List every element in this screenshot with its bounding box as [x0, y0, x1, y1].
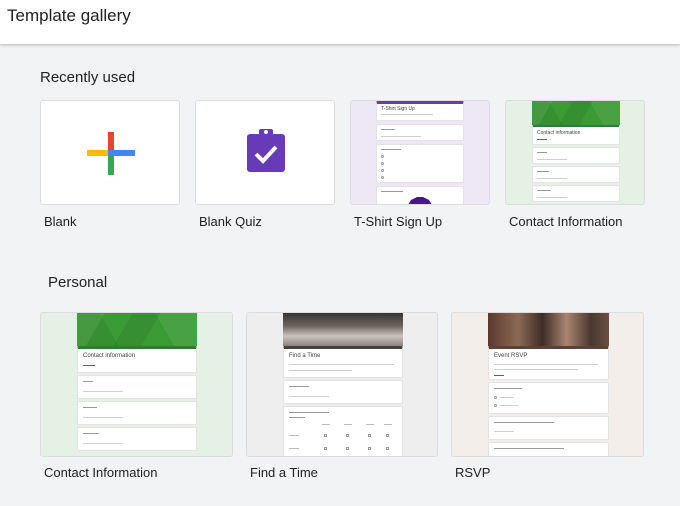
template-card-contact-info-recent[interactable]: Contact information — [505, 100, 645, 205]
preview-photo-banner — [283, 313, 403, 346]
section-personal: Personal — [48, 274, 108, 291]
template-label-find-a-time: Find a Time — [250, 465, 318, 480]
quiz-clipboard-icon — [247, 129, 285, 172]
template-card-tshirt-signup[interactable]: T-Shirt Sign Up — [350, 100, 490, 205]
section-recently-used: Recently used — [40, 69, 136, 86]
template-label-blank: Blank — [44, 214, 77, 229]
template-card-blank-quiz[interactable] — [195, 100, 335, 205]
template-label-tshirt-signup: T-Shirt Sign Up — [354, 214, 443, 229]
page-title: Template gallery — [7, 6, 131, 25]
preview-title: T-Shirt Sign Up — [381, 106, 415, 112]
header-bar: Template gallery — [0, 0, 680, 44]
template-label-blank-quiz: Blank Quiz — [199, 214, 262, 229]
preview-title: Find a Time — [289, 353, 321, 359]
template-card-contact-info-personal[interactable]: Contact information — [40, 312, 233, 457]
contact-preview-recent: Contact information — [532, 101, 620, 204]
template-label-contact-info-personal: Contact Information — [44, 465, 158, 480]
contact-preview-personal: Contact information — [77, 313, 197, 456]
rsvp-preview: Event RSVP — [488, 313, 609, 456]
preview-title: Event RSVP — [494, 353, 528, 359]
template-label-contact-info-recent: Contact Information — [509, 214, 623, 229]
preview-title: Contact information — [83, 353, 136, 359]
tshirt-preview: T-Shirt Sign Up — [376, 101, 464, 204]
preview-banner — [532, 101, 620, 125]
preview-title: Contact information — [537, 130, 581, 136]
template-card-blank[interactable] — [40, 100, 180, 205]
find-a-time-preview: Find a Time — [283, 313, 403, 456]
tshirt-icon — [408, 197, 432, 204]
template-label-rsvp: RSVP — [455, 465, 491, 480]
template-card-rsvp[interactable]: Event RSVP — [451, 312, 644, 457]
preview-banner — [77, 313, 197, 346]
plus-icon — [87, 132, 135, 175]
preview-photo-banner — [488, 313, 609, 346]
template-card-find-a-time[interactable]: Find a Time — [246, 312, 438, 457]
